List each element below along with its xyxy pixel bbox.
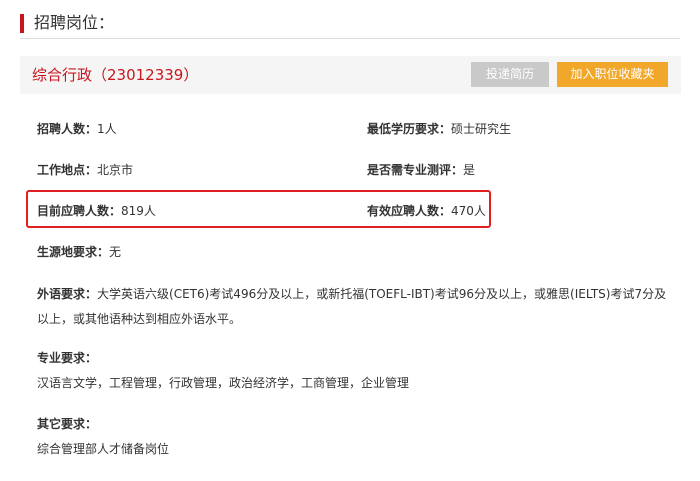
section-accent-bar (20, 14, 24, 33)
current-applicants-row: 目前应聘人数：819人 (37, 203, 156, 219)
other-label: 其它要求： (37, 417, 98, 431)
location-label: 工作地点： (37, 163, 98, 177)
language-requirement: 外语要求：大学英语六级(CET6)考试496分及以上，或新托福(TOEFL-IB… (37, 282, 667, 332)
education-row: 最低学历要求：硕士研究生 (367, 121, 511, 137)
valid-applicants-row: 有效应聘人数：470人 (367, 203, 486, 219)
language-label: 外语要求： (37, 287, 98, 301)
origin-row: 生源地要求：无 (37, 244, 121, 260)
headcount-value: 1人 (97, 122, 117, 136)
valid-applicants-label: 有效应聘人数： (367, 204, 452, 218)
headcount-label: 招聘人数： (37, 122, 98, 136)
assessment-row: 是否需专业测评：是 (367, 162, 475, 178)
major-value-row: 汉语言文学，工程管理，行政管理，政治经济学，工商管理，企业管理 (37, 375, 409, 391)
headcount-row: 招聘人数：1人 (37, 121, 117, 137)
education-label: 最低学历要求： (367, 122, 452, 136)
other-value: 综合管理部人才储备岗位 (37, 442, 170, 456)
major-label-row: 专业要求： (37, 350, 97, 366)
origin-value: 无 (109, 245, 122, 259)
location-value: 北京市 (97, 163, 134, 177)
location-row: 工作地点：北京市 (37, 162, 133, 178)
section-title: 招聘岗位： (34, 13, 115, 32)
origin-label: 生源地要求： (37, 245, 110, 259)
assessment-value: 是 (463, 163, 476, 177)
education-value: 硕士研究生 (451, 122, 512, 136)
job-title: 综合行政（23012339） (32, 66, 199, 84)
section-header: 招聘岗位： (20, 12, 680, 39)
major-value: 汉语言文学，工程管理，行政管理，政治经济学，工商管理，企业管理 (37, 376, 410, 390)
current-applicants-value: 819人 (121, 204, 156, 218)
submit-resume-button[interactable]: 投递简历 (471, 62, 549, 87)
job-detail-page: 招聘岗位： 综合行政（23012339） 投递简历 加入职位收藏夹 招聘人数：1… (0, 0, 700, 481)
assessment-label: 是否需专业测评： (367, 163, 464, 177)
current-applicants-label: 目前应聘人数： (37, 204, 122, 218)
valid-applicants-value: 470人 (451, 204, 486, 218)
major-label: 专业要求： (37, 351, 98, 365)
language-value: 大学英语六级(CET6)考试496分及以上，或新托福(TOEFL-IBT)考试9… (37, 287, 667, 326)
other-label-row: 其它要求： (37, 416, 97, 432)
job-title-bar: 综合行政（23012339） 投递简历 加入职位收藏夹 (20, 56, 681, 94)
add-to-favorites-button[interactable]: 加入职位收藏夹 (557, 62, 668, 87)
other-value-row: 综合管理部人才储备岗位 (37, 441, 169, 457)
